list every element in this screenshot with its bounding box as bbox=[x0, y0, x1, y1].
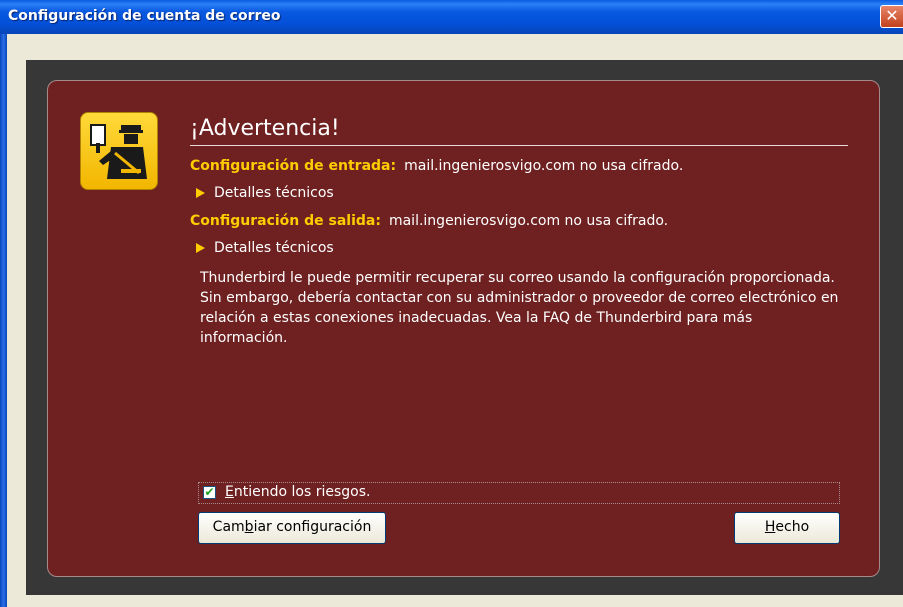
officer-glyph bbox=[90, 124, 147, 179]
triangle-right-icon bbox=[196, 188, 205, 198]
warning-heading: ¡Advertencia! bbox=[190, 116, 848, 146]
change-config-button[interactable]: Cambiar configuración bbox=[198, 512, 386, 544]
understand-risks-row[interactable]: ✔ Entiendo los riesgos. bbox=[198, 482, 840, 504]
btn-text-pre: Cam bbox=[212, 519, 245, 535]
accel-letter: E bbox=[225, 484, 234, 500]
window-title: Configuración de cuenta de correo bbox=[8, 8, 281, 24]
understand-risks-label[interactable]: Entiendo los riesgos. bbox=[225, 484, 370, 500]
btn-text-post: echo bbox=[775, 519, 810, 535]
security-officer-icon bbox=[80, 112, 158, 190]
btn-text-post: iar configuración bbox=[253, 519, 372, 535]
close-button[interactable]: ✕ bbox=[880, 5, 903, 28]
warning-message: Thunderbird le puede permitir recuperar … bbox=[200, 270, 839, 346]
outgoing-label: Configuración de salida: bbox=[190, 213, 381, 229]
understand-risks-checkbox[interactable]: ✔ bbox=[203, 486, 216, 499]
checkmark-icon: ✔ bbox=[204, 485, 215, 499]
label-text: ntiendo los riesgos. bbox=[233, 484, 371, 500]
incoming-value: mail.ingenierosvigo.com no usa cifrado. bbox=[404, 158, 684, 174]
details-label: Detalles técnicos bbox=[214, 240, 334, 256]
done-button[interactable]: Hecho bbox=[734, 512, 840, 544]
outgoing-value: mail.ingenierosvigo.com no usa cifrado. bbox=[388, 213, 669, 229]
close-icon: ✕ bbox=[885, 6, 899, 25]
outgoing-setting-row: Configuración de salida: mail.ingenierosv… bbox=[190, 213, 668, 229]
window-frame-left bbox=[0, 34, 7, 607]
title-bar[interactable]: Configuración de cuenta de correo ✕ bbox=[0, 0, 903, 34]
triangle-right-icon bbox=[196, 243, 205, 253]
btn-accel: H bbox=[764, 519, 776, 535]
details-label: Detalles técnicos bbox=[214, 185, 334, 201]
outgoing-details-toggle[interactable]: Detalles técnicos bbox=[196, 240, 334, 256]
incoming-setting-row: Configuración de entrada: mail.ingenieros… bbox=[190, 158, 683, 174]
btn-accel: b bbox=[244, 519, 254, 535]
incoming-details-toggle[interactable]: Detalles técnicos bbox=[196, 185, 334, 201]
incoming-label: Configuración de entrada: bbox=[190, 158, 397, 174]
